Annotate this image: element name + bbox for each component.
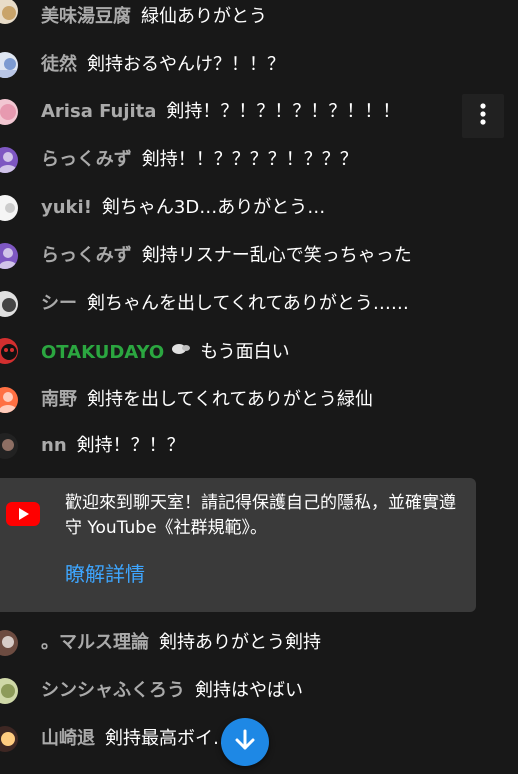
chat-text: 剣持！！？？？？！？？？ — [141, 149, 358, 170]
chat-message[interactable]: 美味湯豆腐 緑仙ありがとう — [0, 0, 518, 40]
chat-author[interactable]: 山崎退 — [41, 728, 95, 749]
avatar[interactable] — [0, 0, 18, 24]
chat-text: 剣持！？！？！？！？！！！ — [166, 101, 401, 122]
chat-author[interactable]: 。マルス理論 — [41, 632, 149, 653]
welcome-text: 歡迎來到聊天室！請記得保護自己的隱私，並確實遵守 YouTube《社群規範》。 — [65, 493, 456, 538]
chat-text: 剣持ありがとう剣持 — [159, 632, 321, 653]
welcome-banner: 歡迎來到聊天室！請記得保護自己的隱私，並確實遵守 YouTube《社群規範》。 … — [0, 478, 476, 612]
chat-message[interactable]: シー 剣ちゃんを出してくれてありがとう…… — [0, 287, 518, 327]
avatar[interactable] — [0, 99, 18, 125]
three-dots-vertical-icon — [480, 102, 486, 130]
avatar[interactable] — [0, 630, 18, 656]
chat-message[interactable]: nn 剣持！？！？ — [0, 429, 518, 469]
chat-message[interactable]: らっくみず 剣持！！？？？？！？？？ — [0, 143, 518, 183]
arrow-down-icon — [232, 727, 258, 757]
avatar[interactable] — [0, 195, 18, 221]
scroll-to-bottom-button[interactable] — [221, 718, 269, 766]
avatar[interactable] — [0, 291, 18, 317]
live-chat: 美味湯豆腐 緑仙ありがとう 徒然 剣持おるやんけ？！！？ Arisa Fujita 剣… — [0, 0, 518, 774]
chat-author[interactable]: Arisa Fujita — [41, 101, 156, 122]
chat-message[interactable]: シンシャふくろう 剣持はやばい — [0, 674, 518, 714]
avatar[interactable] — [0, 726, 18, 752]
chat-text: 緑仙ありがとう — [141, 6, 267, 27]
chat-text: 剣ちゃんを出してくれてありがとう…… — [87, 293, 409, 314]
chat-text: もう面白い — [200, 341, 290, 363]
avatar[interactable] — [0, 433, 18, 459]
youtube-logo-icon — [6, 502, 40, 530]
chat-author[interactable]: 美味湯豆腐 — [41, 6, 131, 27]
chat-message[interactable]: yuki! 剣ちゃん3D…ありがとう… — [0, 191, 518, 231]
avatar[interactable] — [0, 147, 18, 173]
chat-text: 剣持！？！？ — [76, 435, 185, 456]
chat-author[interactable]: シー — [41, 293, 77, 314]
avatar[interactable] — [0, 338, 18, 364]
chat-author[interactable]: yuki! — [41, 197, 92, 218]
chat-message[interactable]: Arisa Fujita 剣持！？！？！？！？！！！ — [0, 95, 518, 135]
chat-author[interactable]: 南野 — [41, 389, 77, 410]
chat-text: 剣持リスナー乱心で笑っちゃった — [141, 245, 412, 266]
member-badge-icon — [170, 338, 192, 364]
chat-author[interactable]: 徒然 — [41, 54, 77, 75]
chat-author[interactable]: OTAKUDAYO — [41, 342, 164, 363]
chat-text: 剣持おるやんけ？！！？ — [87, 54, 285, 75]
chat-message[interactable]: OTAKUDAYO もう面白い — [0, 334, 518, 374]
avatar[interactable] — [0, 387, 18, 413]
avatar[interactable] — [0, 678, 18, 704]
chat-message[interactable]: 南野 剣持を出してくれてありがとう緑仙 — [0, 383, 518, 423]
more-options-button[interactable] — [462, 94, 504, 138]
chat-author[interactable]: nn — [41, 435, 67, 456]
chat-author[interactable]: らっくみず — [41, 149, 132, 170]
chat-message[interactable]: らっくみず 剣持リスナー乱心で笑っちゃった — [0, 239, 518, 279]
chat-author[interactable]: らっくみず — [41, 245, 132, 266]
learn-more-link[interactable]: 瞭解詳情 — [65, 558, 145, 587]
avatar[interactable] — [0, 52, 18, 78]
chat-message[interactable]: 徒然 剣持おるやんけ？！！？ — [0, 48, 518, 88]
chat-text: 剣持はやばい — [195, 680, 303, 701]
chat-text: 剣ちゃん3D…ありがとう… — [101, 197, 326, 218]
chat-message[interactable]: 。マルス理論 剣持ありがとう剣持 — [0, 626, 518, 666]
chat-author[interactable]: シンシャふくろう — [41, 680, 185, 701]
avatar[interactable] — [0, 243, 18, 269]
chat-text: 剣持を出してくれてありがとう緑仙 — [87, 389, 373, 410]
